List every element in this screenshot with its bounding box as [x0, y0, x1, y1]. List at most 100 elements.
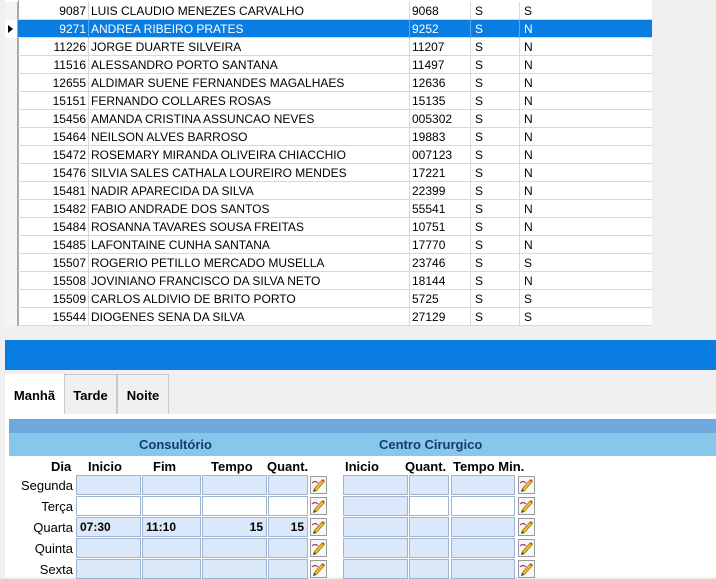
row-indicator[interactable]	[5, 290, 18, 308]
table-row[interactable]: 15544 DIOGENES SENA DA SILVA 27129 S S	[5, 308, 652, 326]
row-indicator[interactable]	[5, 200, 18, 218]
fim-field[interactable]	[142, 559, 201, 579]
row-indicator[interactable]	[5, 182, 18, 200]
cell-flag-1: S	[471, 20, 520, 38]
cell-name: LUIS CLAUDIO MENEZES CARVALHO	[89, 2, 410, 20]
cc-inicio-field[interactable]	[343, 517, 408, 537]
cc-inicio-field[interactable]	[343, 538, 408, 558]
row-indicator[interactable]	[5, 74, 18, 92]
table-row[interactable]: 15507 ROGERIO PETILLO MERCADO MUSELLA 2374…	[5, 254, 652, 272]
tempo-field[interactable]	[202, 475, 267, 495]
col-head-inicio: Inicio	[88, 459, 122, 474]
table-row[interactable]: 15484 ROSANNA TAVARES SOUSA FREITAS 10751 S…	[5, 218, 652, 236]
row-indicator[interactable]	[5, 92, 18, 110]
cc-inicio-field[interactable]	[343, 559, 408, 579]
row-indicator[interactable]	[5, 236, 18, 254]
cell-id: 15485	[19, 236, 89, 254]
row-indicator[interactable]	[5, 164, 18, 182]
cc-quant-field[interactable]	[409, 475, 449, 495]
table-row[interactable]: 9087 LUIS CLAUDIO MENEZES CARVALHO 9068 S S	[5, 2, 652, 20]
doctor-grid[interactable]: 9087 LUIS CLAUDIO MENEZES CARVALHO 9068 S S 9…	[0, 0, 716, 326]
cc-tempo-field[interactable]	[451, 475, 515, 495]
table-row[interactable]: 12655 ALDIMAR SUENE FERNANDES MAGALHAES 12…	[5, 74, 652, 92]
cell-flag-2: S	[524, 292, 533, 306]
tempo-field[interactable]	[202, 496, 267, 516]
pencil-edit-icon[interactable]	[310, 560, 327, 578]
row-indicator[interactable]	[5, 20, 18, 38]
cell-flag-2: N	[524, 40, 533, 54]
cc-tempo-field[interactable]	[451, 517, 515, 537]
day-label-2: Terça	[41, 499, 73, 514]
table-row[interactable]: 15481 NADIR APARECIDA DA SILVA 22399 S N	[5, 182, 652, 200]
table-row[interactable]: 15472 ROSEMARY MIRANDA OLIVEIRA CHIACCHIO…	[5, 146, 652, 164]
row-indicator[interactable]	[5, 218, 18, 236]
fim-field[interactable]	[142, 496, 201, 516]
row-indicator[interactable]	[5, 272, 18, 290]
row-indicator[interactable]	[5, 146, 18, 164]
tempo-field[interactable]	[202, 538, 267, 558]
tab-tarde[interactable]: Tarde	[64, 374, 117, 414]
row-indicator[interactable]	[5, 38, 18, 56]
cc-tempo-field[interactable]	[451, 559, 515, 579]
pencil-edit-icon[interactable]	[518, 497, 535, 515]
table-row[interactable]: 15508 JOVINIANO FRANCISCO DA SILVA NETO 18…	[5, 272, 652, 290]
cell-flag-2: N	[524, 238, 533, 252]
tab-manha[interactable]: Manhã	[5, 374, 64, 414]
table-row[interactable]: 15509 CARLOS ALDIVIO DE BRITO PORTO 5725 S S	[5, 290, 652, 308]
quant-field[interactable]	[268, 496, 308, 516]
quant-field[interactable]	[268, 538, 308, 558]
quant-field[interactable]	[268, 559, 308, 579]
pencil-edit-icon[interactable]	[518, 476, 535, 494]
cell-id: 15507	[19, 254, 89, 272]
table-row[interactable]: 11226 JORGE DUARTE SILVEIRA 11207 S N	[5, 38, 652, 56]
cc-quant-field[interactable]	[409, 517, 449, 537]
cc-inicio-field[interactable]	[343, 475, 408, 495]
row-indicator[interactable]	[5, 128, 18, 146]
pencil-edit-icon[interactable]	[310, 476, 327, 494]
fim-field[interactable]	[142, 538, 201, 558]
table-row[interactable]: 11516 ALESSANDRO PORTO SANTANA 11497 S N	[5, 56, 652, 74]
cell-name: CARLOS ALDIVIO DE BRITO PORTO	[89, 290, 410, 308]
pencil-edit-icon[interactable]	[518, 560, 535, 578]
pencil-edit-icon[interactable]	[518, 518, 535, 536]
fim-field[interactable]	[142, 475, 201, 495]
table-row[interactable]: 15476 SILVIA SALES CATHALA LOUREIRO MENDE…	[5, 164, 652, 182]
pencil-edit-icon[interactable]	[310, 539, 327, 557]
table-row[interactable]: 15464 NEILSON ALVES BARROSO 19883 S N	[5, 128, 652, 146]
row-indicator[interactable]	[5, 254, 18, 272]
row-indicator[interactable]	[5, 2, 18, 20]
quant-field[interactable]	[268, 475, 308, 495]
cc-tempo-field[interactable]	[451, 496, 515, 516]
inicio-field[interactable]: 07:30	[76, 517, 141, 537]
table-row[interactable]: 15456 AMANDA CRISTINA ASSUNCAO NEVES 00530…	[5, 110, 652, 128]
quant-field[interactable]: 15	[268, 517, 308, 537]
table-row[interactable]: 15151 FERNANDO COLLARES ROSAS 15135 S N	[5, 92, 652, 110]
cc-quant-field[interactable]	[409, 559, 449, 579]
fim-field[interactable]: 11:10	[142, 517, 201, 537]
row-indicator[interactable]	[5, 56, 18, 74]
cell-flag-2: N	[524, 220, 533, 234]
table-row[interactable]: 15485 LAFONTAINE CUNHA SANTANA 17770 S N	[5, 236, 652, 254]
cell-flag-2: S	[524, 4, 533, 18]
inicio-field[interactable]	[76, 559, 141, 579]
tempo-field[interactable]	[202, 559, 267, 579]
grid-body[interactable]: 9087 LUIS CLAUDIO MENEZES CARVALHO 9068 S S 9…	[5, 0, 652, 326]
cc-inicio-field[interactable]	[343, 496, 408, 516]
inicio-field[interactable]	[76, 496, 141, 516]
cc-tempo-field[interactable]	[451, 538, 515, 558]
table-row[interactable]: 15482 FABIO ANDRADE DOS SANTOS 55541 S N	[5, 200, 652, 218]
inicio-field[interactable]	[76, 475, 141, 495]
row-indicator[interactable]	[5, 110, 18, 128]
tempo-field[interactable]: 15	[202, 517, 267, 537]
row-indicator[interactable]	[5, 308, 18, 326]
cc-quant-field[interactable]	[409, 496, 449, 516]
cell-code: 005302	[410, 110, 471, 128]
pencil-edit-icon[interactable]	[518, 539, 535, 557]
pencil-edit-icon[interactable]	[310, 497, 327, 515]
cc-quant-field[interactable]	[409, 538, 449, 558]
tab-noite[interactable]: Noite	[117, 374, 169, 414]
group-title-band	[9, 433, 716, 456]
table-row[interactable]: 9271 ANDREA RIBEIRO PRATES 9252 S N	[5, 20, 652, 38]
inicio-field[interactable]	[76, 538, 141, 558]
pencil-edit-icon[interactable]	[310, 518, 327, 536]
